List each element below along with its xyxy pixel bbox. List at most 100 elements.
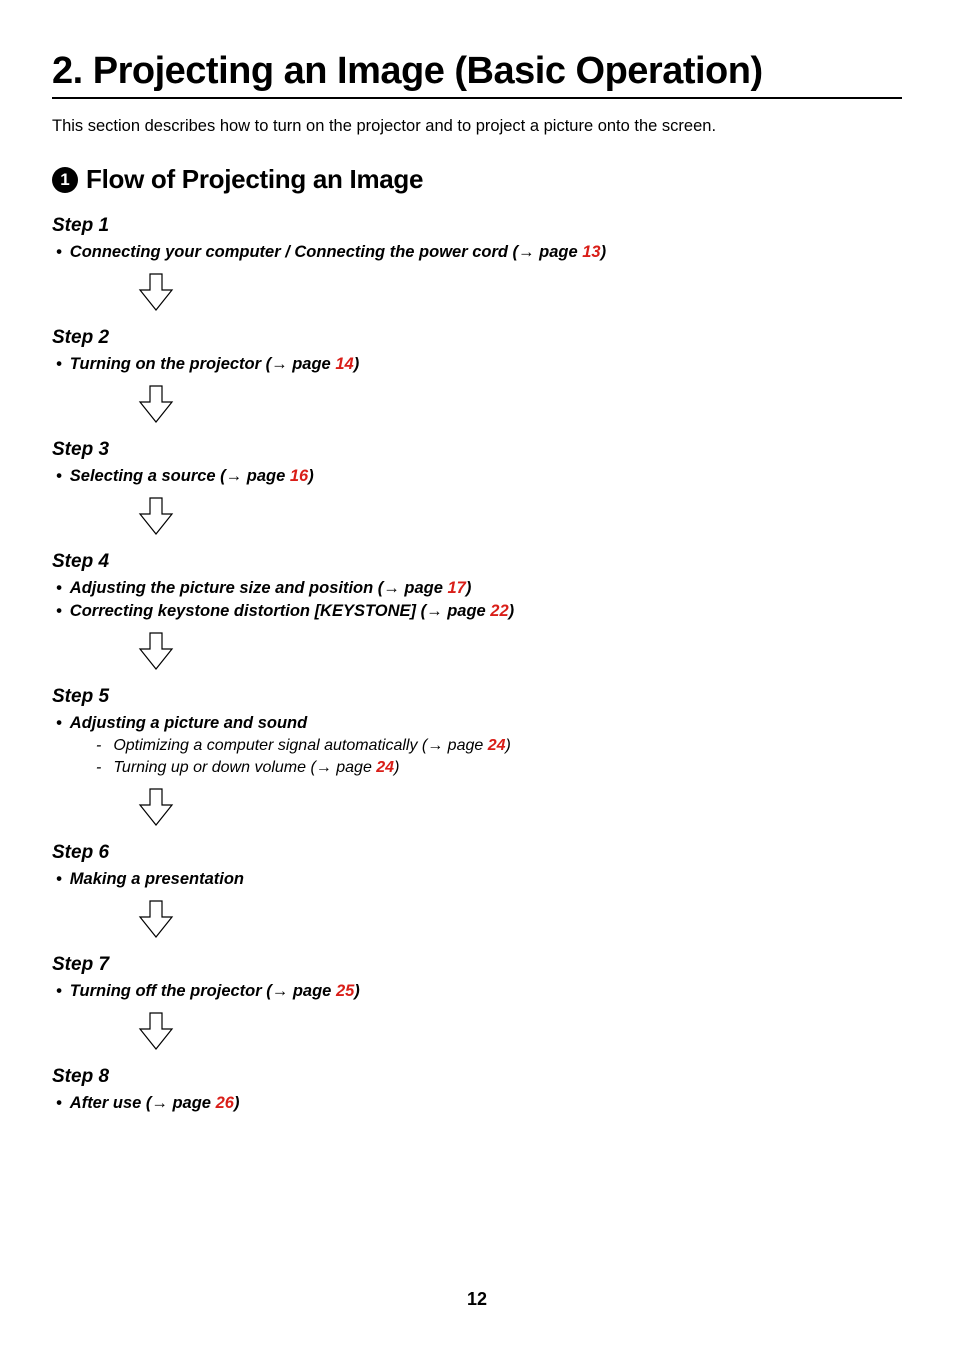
page-link[interactable]: 13 <box>582 243 600 261</box>
page-link[interactable]: 22 <box>490 602 508 620</box>
step-label: Step 2 <box>52 327 902 349</box>
step-bullet: • Connecting your computer / Connecting t… <box>52 243 902 262</box>
step-text-prefix: Adjusting the picture size and position … <box>70 579 384 597</box>
sub-text-suffix: ) <box>394 759 399 776</box>
step-label: Step 5 <box>52 686 902 708</box>
page-word: page <box>288 982 336 1000</box>
step-block: Step 7 • Turning off the projector (→ page… <box>52 954 902 1001</box>
down-arrow-icon <box>138 1011 902 1056</box>
arrow-glyph: → <box>316 759 332 776</box>
step-text: Adjusting the picture size and position … <box>70 579 472 598</box>
page-link[interactable]: 16 <box>290 467 308 485</box>
step-bullet: •Correcting keystone distortion [KEYSTON… <box>52 602 902 621</box>
down-arrow-icon <box>138 384 902 429</box>
page-word: page <box>535 243 583 261</box>
page-link[interactable]: 24 <box>488 737 506 754</box>
arrow-glyph: → <box>271 355 288 373</box>
step-label: Step 1 <box>52 215 902 237</box>
arrow-glyph: → <box>383 579 400 597</box>
bullet-icon: • <box>56 355 62 374</box>
step-label: Step 7 <box>52 954 902 976</box>
step-bullet: • Turning on the projector (→ page 14) <box>52 355 902 374</box>
page-word: page <box>400 579 448 597</box>
step-block: Step 8 • After use (→ page 26) <box>52 1066 902 1113</box>
down-arrow-icon <box>138 631 902 676</box>
step-text: Making a presentation <box>70 870 244 889</box>
step-bullet: • Turning off the projector (→ page 25) <box>52 982 902 1001</box>
step-block: Step 4 • Adjusting the picture size and po… <box>52 551 902 621</box>
section-heading: 1 Flow of Projecting an Image <box>52 164 902 195</box>
bullet-icon: • <box>56 1094 62 1113</box>
page-link[interactable]: 25 <box>336 982 354 1000</box>
sub-text: Optimizing a computer signal automatical… <box>113 737 511 755</box>
arrow-glyph: → <box>426 602 443 620</box>
step-text-prefix: Connecting your computer / Connecting th… <box>70 243 518 261</box>
page-link[interactable]: 14 <box>335 355 353 373</box>
step-text-suffix: ) <box>354 982 360 1000</box>
step-text-suffix: ) <box>308 467 314 485</box>
page-link[interactable]: 17 <box>447 579 465 597</box>
intro-text: This section describes how to turn on th… <box>52 117 902 136</box>
title-rule <box>52 97 902 99</box>
bullet-icon: • <box>56 467 62 486</box>
step-label: Step 8 <box>52 1066 902 1088</box>
page-word: page <box>332 759 376 776</box>
step-text-prefix: Making a presentation <box>70 870 244 888</box>
step-bullet: • Adjusting the picture size and position… <box>52 579 902 598</box>
step-block: Step 6 • Making a presentation <box>52 842 902 889</box>
step-text-prefix: Selecting a source ( <box>70 467 226 485</box>
page-word: page <box>288 355 336 373</box>
sub-bullet: -Optimizing a computer signal automatica… <box>96 737 902 755</box>
sub-text-suffix: ) <box>506 737 511 754</box>
bullet-icon: • <box>56 870 62 889</box>
dash-icon: - <box>96 759 101 777</box>
step-text-prefix: Correcting keystone distortion [KEYSTONE… <box>70 602 426 620</box>
section-title: Flow of Projecting an Image <box>86 164 423 195</box>
step-text: Correcting keystone distortion [KEYSTONE… <box>70 602 514 621</box>
arrow-glyph: → <box>151 1094 168 1112</box>
step-text-prefix: Turning on the projector ( <box>70 355 271 373</box>
step-text: Turning on the projector (→ page 14) <box>70 355 359 374</box>
down-arrow-icon <box>138 787 902 832</box>
arrow-glyph: → <box>427 737 443 754</box>
down-arrow-icon <box>138 899 902 944</box>
sub-text: Turning up or down volume (→ page 24) <box>113 759 399 777</box>
page-link[interactable]: 24 <box>376 759 394 776</box>
step-label: Step 6 <box>52 842 902 864</box>
section-number-badge-icon: 1 <box>52 167 78 193</box>
step-text: Connecting your computer / Connecting th… <box>70 243 606 262</box>
step-label: Step 3 <box>52 439 902 461</box>
page-word: page <box>168 1094 216 1112</box>
step-label: Step 4 <box>52 551 902 573</box>
bullet-icon: • <box>56 579 62 598</box>
arrow-glyph: → <box>272 982 289 1000</box>
down-arrow-icon <box>138 496 902 541</box>
arrow-glyph: → <box>226 467 243 485</box>
arrow-glyph: → <box>518 243 535 261</box>
step-text-suffix: ) <box>466 579 472 597</box>
step-text: Adjusting a picture and sound <box>70 714 307 733</box>
down-arrow-icon <box>138 272 902 317</box>
step-bullet: • Adjusting a picture and sound <box>52 714 902 733</box>
bullet-icon: • <box>56 714 62 733</box>
step-text-suffix: ) <box>234 1094 240 1112</box>
step-text: Selecting a source (→ page 16) <box>70 467 314 486</box>
steps-container: Step 1 • Connecting your computer / Connec… <box>52 215 902 1113</box>
step-text-prefix: After use ( <box>70 1094 152 1112</box>
step-text-suffix: ) <box>601 243 607 261</box>
bullet-icon: • <box>56 243 62 262</box>
sub-bullet: -Turning up or down volume (→ page 24) <box>96 759 902 777</box>
step-text: Turning off the projector (→ page 25) <box>70 982 360 1001</box>
chapter-title: 2. Projecting an Image (Basic Operation) <box>52 50 902 93</box>
sub-text-prefix: Turning up or down volume ( <box>113 759 315 776</box>
page-word: page <box>443 737 487 754</box>
bullet-icon: • <box>56 982 62 1001</box>
page-word: page <box>242 467 290 485</box>
step-block: Step 1 • Connecting your computer / Connec… <box>52 215 902 262</box>
page-link[interactable]: 26 <box>216 1094 234 1112</box>
step-bullet: • Selecting a source (→ page 16) <box>52 467 902 486</box>
dash-icon: - <box>96 737 101 755</box>
step-block: Step 3 • Selecting a source (→ page 16) <box>52 439 902 486</box>
page-word: page <box>443 602 491 620</box>
step-bullet: • Making a presentation <box>52 870 902 889</box>
